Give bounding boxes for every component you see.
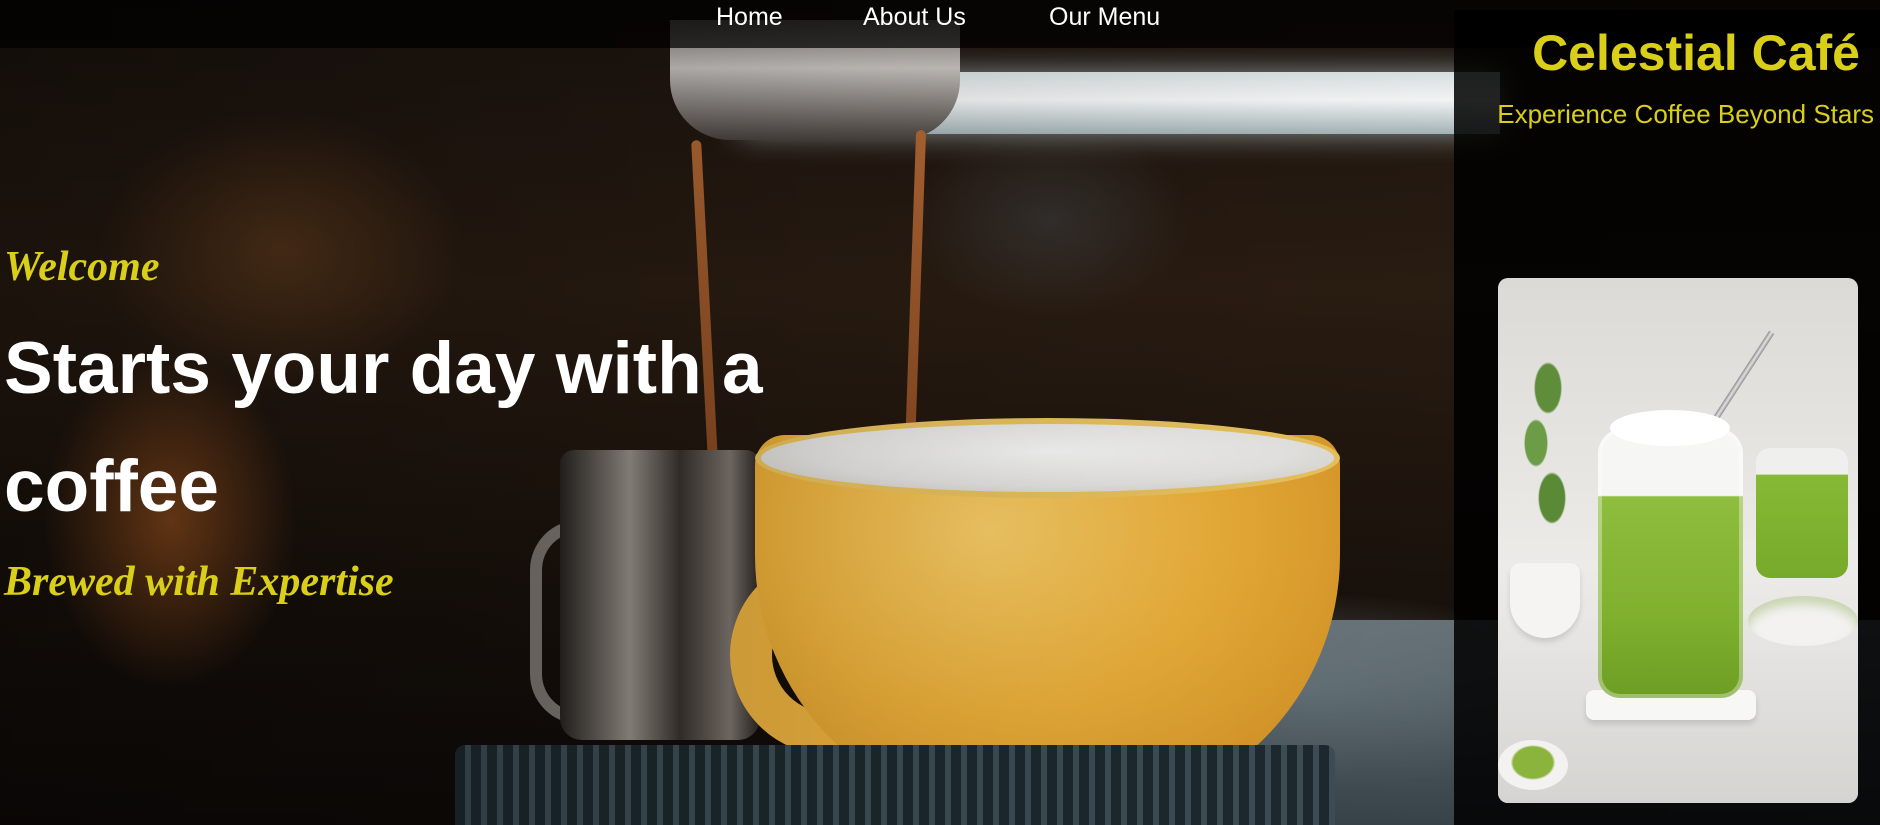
matcha-dish bbox=[1748, 596, 1858, 646]
hero-headline: Starts your day with a coffee bbox=[4, 328, 763, 527]
nav-link-our-menu[interactable]: Our Menu bbox=[1049, 0, 1160, 36]
hero-welcome-text: Welcome bbox=[4, 244, 160, 290]
matcha-drink-image bbox=[1498, 278, 1858, 803]
brand-tagline: Experience Coffee Beyond Stars bbox=[1497, 99, 1874, 129]
background-matcha-glass bbox=[1756, 448, 1848, 578]
hero-subheading: Brewed with Expertise bbox=[4, 559, 394, 605]
white-bowl bbox=[1510, 563, 1580, 638]
matcha-latte-glass bbox=[1598, 428, 1743, 698]
brand-title: Celestial Café bbox=[1532, 25, 1860, 81]
whipped-cream-topping bbox=[1610, 410, 1730, 446]
nav-link-home[interactable]: Home bbox=[716, 0, 783, 36]
matcha-powder-dish bbox=[1498, 740, 1568, 790]
plant-leaves bbox=[1518, 348, 1568, 558]
nav-link-about-us[interactable]: About Us bbox=[863, 0, 966, 36]
page: Home About Us Our Menu Celestial Café Ex… bbox=[0, 0, 1880, 825]
